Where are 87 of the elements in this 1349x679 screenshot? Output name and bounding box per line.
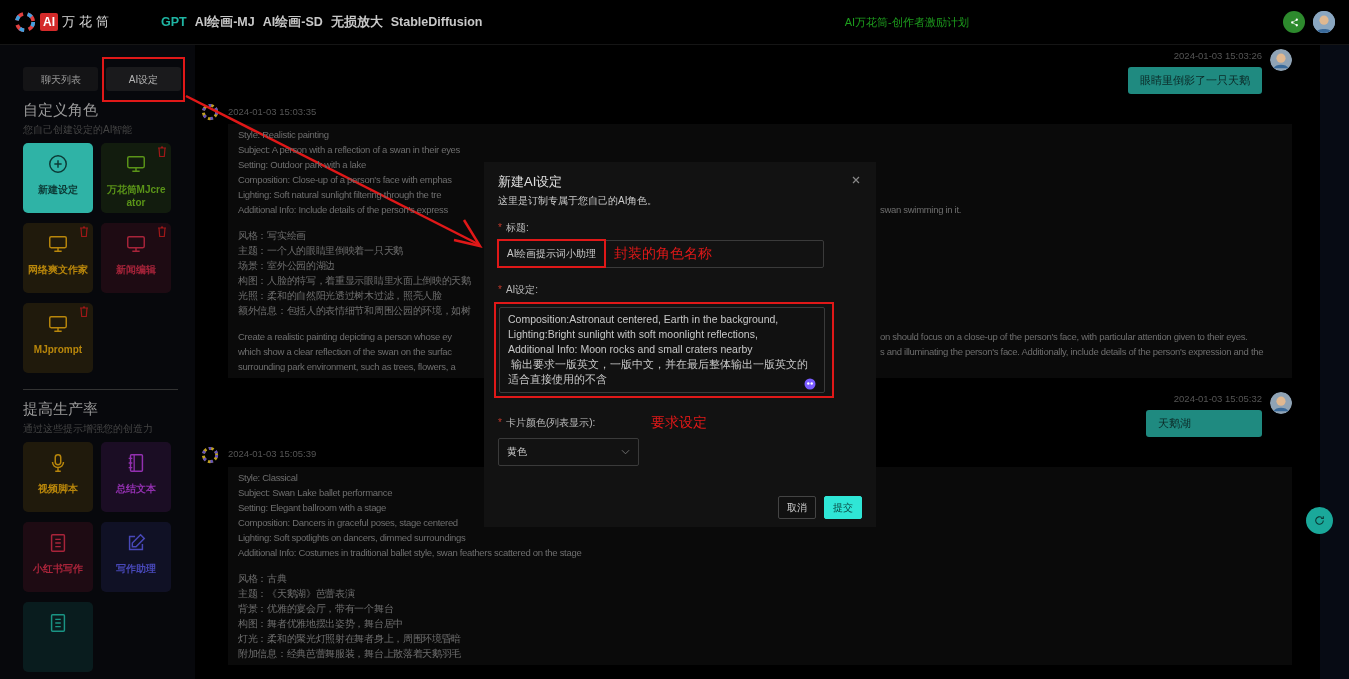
assistant-extension-icon[interactable]	[804, 377, 816, 390]
title-field[interactable]: AI绘画提示词小助理 封装的角色名称	[498, 239, 824, 268]
field-label: 标题:	[505, 220, 529, 235]
section-title: 自定义角色	[23, 101, 99, 119]
message-line: 构图：人脸的特写，着重显示眼睛里水面上倒映的天鹅	[238, 273, 471, 288]
user-avatar-icon	[1270, 49, 1292, 71]
message-line: 灯光：柔和的聚光灯照射在舞者身上，周围环境昏暗	[238, 631, 462, 646]
message-line: 场景：室外公园的湖边	[238, 258, 335, 273]
required-mark: *	[498, 220, 502, 235]
message-time: 2024-01-03 15:03:26	[1173, 49, 1262, 63]
message-time: 2024-01-03 15:03:35	[228, 104, 317, 119]
logo-ring-icon	[14, 11, 36, 33]
message-line: 额外信息：包括人的表情细节和周围公园的环境，如树	[238, 303, 471, 318]
required-mark: *	[498, 415, 502, 430]
setting-field[interactable]: Composition:Astronaut centered, Earth in the background, Lighting:Bright sunlight with soft moonlight reflections, Additional Info: Moon rocks and small craters nearby 输出要求一版英文，一版中文，并在最后整体输出一版英文的适合直接使用的不含	[499, 306, 825, 393]
message-line: Lighting: Soft spotlights on dancers, dimmed surroundings	[238, 530, 466, 545]
close-icon	[850, 174, 862, 186]
card-label: 网络爽文作家	[28, 263, 88, 276]
message-line: 主题：《天鹅湖》芭蕾表演	[238, 586, 355, 601]
share-icon	[1288, 16, 1300, 28]
submit-button[interactable]: 提交	[824, 495, 862, 519]
field-label: 卡片颜色(列表显示):	[505, 415, 596, 430]
cancel-button[interactable]: 取消	[778, 495, 816, 519]
bot-avatar-icon	[200, 444, 220, 465]
dialog-subtitle: 这里是订制专属于您自己的AI角色。	[498, 193, 659, 208]
message-line: Subject: Swan Lake ballet performance	[238, 485, 393, 500]
card-label: 小红书写作	[33, 562, 83, 575]
message-line: 风格：古典	[238, 571, 287, 586]
message-line: Style: Realistic painting	[238, 127, 329, 142]
role-card[interactable]: 视频脚本	[23, 442, 93, 512]
role-card[interactable]: 网络爽文作家	[23, 223, 93, 293]
card-label: 视频脚本	[38, 482, 78, 495]
nav-link[interactable]: AI绘画-SD	[262, 12, 323, 32]
user-message: 天鹅湖	[1146, 410, 1262, 437]
message-line: surrounding park environment, such as trees, flowers, a	[238, 359, 456, 374]
sidebar-tab[interactable]: AI设定	[106, 67, 181, 91]
refresh-icon	[1313, 514, 1326, 527]
nav-link[interactable]: StableDiffusion	[390, 12, 483, 32]
sidebar-tab[interactable]: 聊天列表	[23, 67, 98, 91]
card-label: 万花筒MJcreator	[105, 183, 167, 209]
message-line: swan swimming in it.	[880, 202, 962, 217]
message-line: 构图：舞者优雅地摆出姿势，舞台居中	[238, 616, 403, 631]
annotation-note: 封装的角色名称	[614, 244, 713, 264]
message-line: Composition: Dancers in graceful poses, stage centered	[238, 515, 458, 530]
logo-text: 万花筒	[62, 13, 113, 32]
message-time: 2024-01-03 15:05:39	[228, 447, 317, 462]
required-mark: *	[498, 282, 502, 297]
role-card[interactable]: 新建设定	[23, 143, 93, 213]
message-line: 风格：写实绘画	[238, 228, 306, 243]
message-line: Style: Classical	[238, 470, 298, 485]
section-title: 提高生产率	[23, 400, 99, 418]
user-message: 眼睛里倒影了一只天鹅	[1128, 67, 1262, 94]
message-line: Additional Info: Costumes in traditional ballet style, swan feathers scattered on the stage	[238, 545, 582, 560]
message-line: which show a clear reflection of the swan on the surfac	[238, 344, 452, 359]
bot-avatar-icon	[200, 101, 220, 122]
card-label: 新建设定	[38, 183, 78, 196]
message-line: Create a realistic painting depicting a person whose ey	[238, 329, 452, 344]
plus-circle-icon	[47, 153, 69, 175]
card-label: 总结文本	[116, 482, 156, 495]
nav-link[interactable]: 无损放大	[330, 12, 383, 32]
message-line: Setting: Elegant ballroom with a stage	[238, 500, 387, 515]
card-label: MJprompt	[33, 343, 83, 356]
message-line: s and illuminating the person's face. Additionally, include details of the person's expression and the	[880, 344, 1264, 359]
color-select[interactable]: 黄色	[498, 437, 639, 466]
message-line: Lighting: Soft natural sunlight filtering through the tre	[238, 187, 442, 202]
share-button[interactable]	[1283, 11, 1305, 33]
message-line: on should focus on a close-up of the person's face, with particular attention given to their eyes.	[880, 329, 1248, 344]
logo-badge: AI	[40, 13, 58, 31]
message-line: 光照：柔和的自然阳光透过树木过滤，照亮人脸	[238, 288, 442, 303]
message-line: 附加信息：经典芭蕾舞服装，舞台上散落着天鹅羽毛	[238, 646, 462, 661]
field-label: AI设定:	[505, 282, 539, 297]
role-card[interactable]: 万花筒MJcreator	[101, 143, 171, 213]
promo-link[interactable]: AI万花筒-创作者激励计划	[844, 13, 969, 31]
close-button[interactable]	[850, 174, 862, 186]
role-card[interactable]: MJprompt	[23, 303, 93, 373]
card-label: 写作助理	[116, 562, 156, 575]
message-time: 2024-01-03 15:05:32	[1173, 391, 1262, 406]
user-avatar-icon	[1270, 391, 1292, 414]
dialog-title: 新建AI设定	[498, 174, 563, 190]
card-label: 新闻编辑	[116, 263, 156, 276]
avatar-icon[interactable]	[1313, 11, 1335, 33]
chevron-down-icon	[621, 448, 630, 455]
nav-link[interactable]: GPT	[161, 12, 187, 32]
refresh-button[interactable]	[1306, 507, 1333, 534]
message-line: Setting: Outdoor park with a lake	[238, 157, 366, 172]
annotation-note: 要求设定	[651, 412, 708, 432]
nav-link[interactable]: AI绘画-MJ	[194, 12, 255, 32]
